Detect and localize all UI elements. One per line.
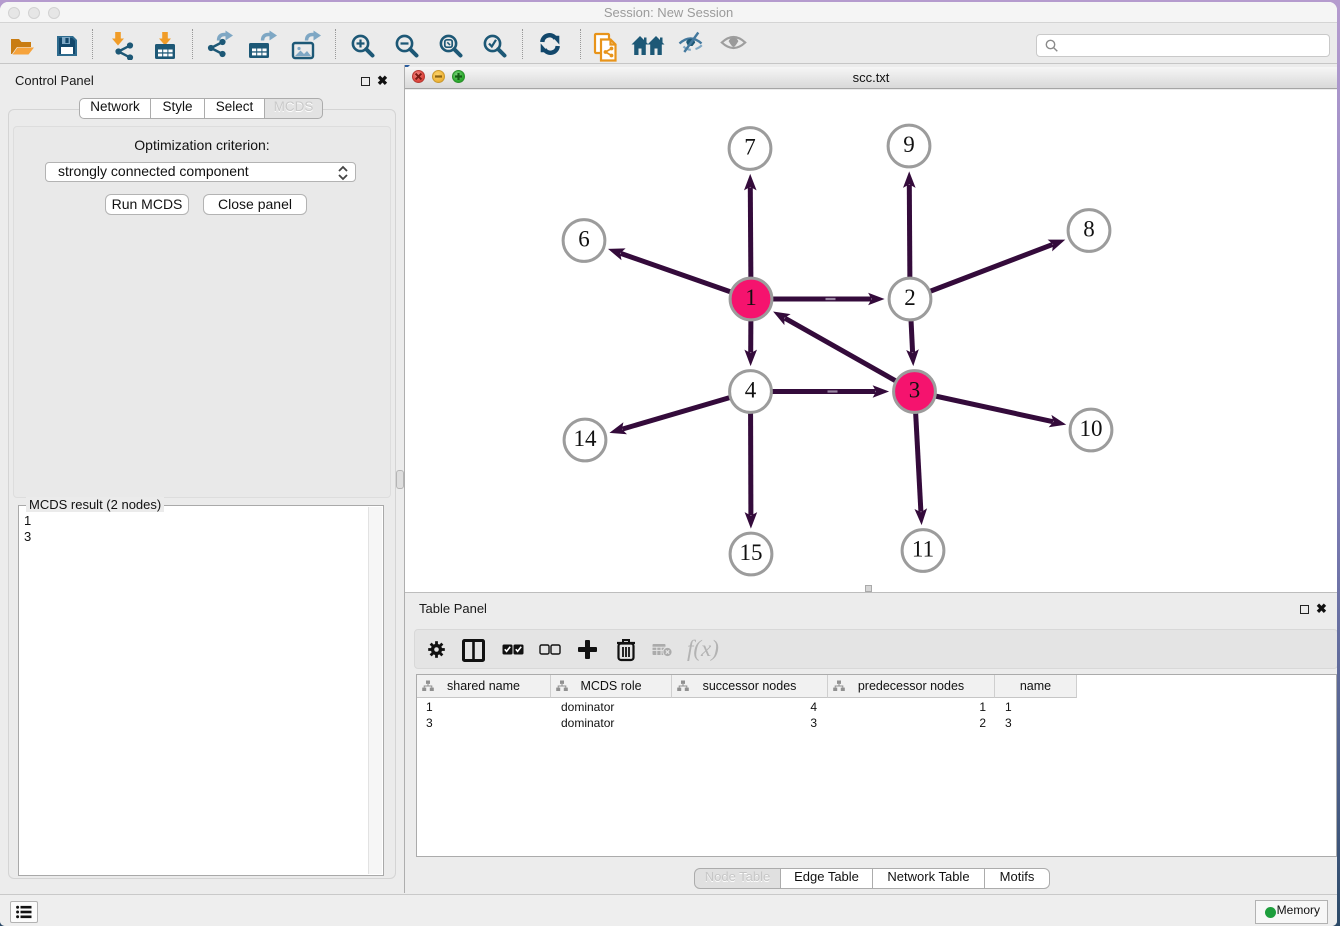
svg-text:15: 15 — [740, 540, 763, 565]
svg-text:11: 11 — [912, 537, 934, 562]
svg-text:6: 6 — [578, 227, 590, 252]
svg-text:7: 7 — [744, 135, 756, 160]
svg-text:14: 14 — [574, 426, 598, 451]
svg-text:8: 8 — [1083, 217, 1095, 242]
svg-text:4: 4 — [745, 378, 757, 403]
svg-text:1: 1 — [745, 285, 757, 310]
svg-text:2: 2 — [904, 285, 916, 310]
svg-text:10: 10 — [1080, 416, 1103, 441]
svg-text:9: 9 — [903, 132, 915, 157]
svg-text:3: 3 — [909, 378, 921, 403]
